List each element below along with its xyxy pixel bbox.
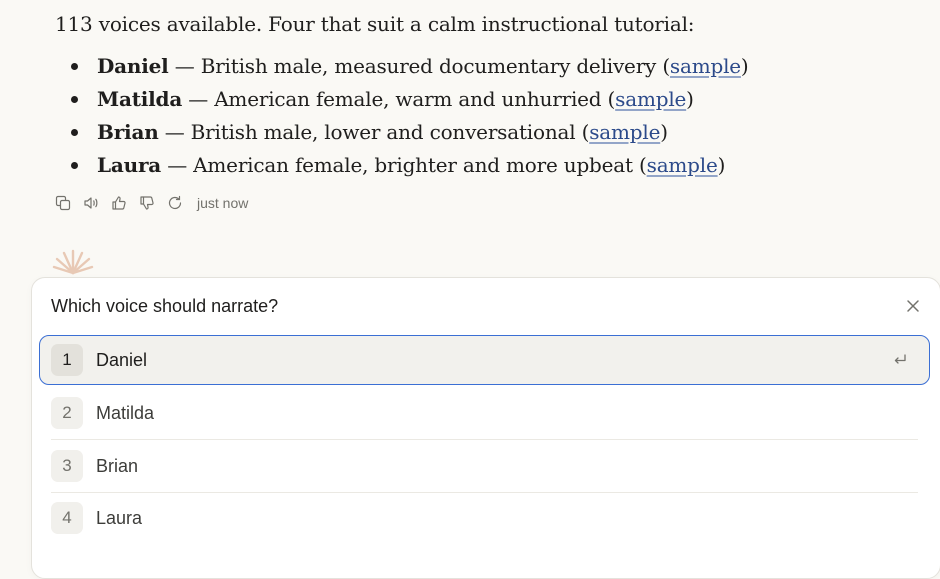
paren-close: ) bbox=[717, 153, 726, 177]
option-number: 2 bbox=[51, 397, 83, 429]
thumbs-up-icon[interactable] bbox=[111, 195, 127, 211]
panel-title: Which voice should narrate? bbox=[51, 296, 279, 316]
retry-icon[interactable] bbox=[167, 195, 183, 211]
voice-list: Daniel — British male, measured document… bbox=[55, 52, 749, 184]
bullet bbox=[71, 96, 78, 103]
voice-description: — British male, measured documentary del… bbox=[168, 54, 670, 78]
option-number: 3 bbox=[51, 450, 83, 482]
speaker-icon[interactable] bbox=[83, 195, 99, 211]
voice-choice-panel: Which voice should narrate? 1 Daniel 2 M… bbox=[31, 277, 940, 579]
sample-link[interactable]: sample bbox=[670, 54, 741, 78]
voice-name: Daniel bbox=[97, 54, 169, 78]
option-label: Matilda bbox=[96, 402, 155, 423]
voice-name: Brian bbox=[97, 120, 159, 144]
list-item: Daniel — British male, measured document… bbox=[55, 52, 749, 85]
list-item: Laura — American female, brighter and mo… bbox=[55, 151, 749, 184]
option-label: Brian bbox=[96, 455, 139, 476]
option-number: 4 bbox=[51, 502, 83, 534]
sample-link[interactable]: sample bbox=[615, 87, 686, 111]
bullet bbox=[71, 129, 78, 136]
sample-link[interactable]: sample bbox=[647, 153, 718, 177]
voice-description: — American female, warm and unhurried ( bbox=[182, 87, 616, 111]
paren-close: ) bbox=[686, 87, 694, 111]
message-intro: 113 voices available. Four that suit a c… bbox=[55, 12, 695, 36]
bullet bbox=[71, 63, 78, 70]
voice-name: Laura bbox=[97, 153, 162, 177]
thumbs-down-icon[interactable] bbox=[139, 195, 155, 211]
close-icon[interactable] bbox=[904, 297, 922, 315]
option-number: 1 bbox=[51, 344, 83, 376]
copy-icon[interactable] bbox=[55, 195, 71, 211]
option-label: Laura bbox=[96, 507, 143, 528]
assistant-spark-icon bbox=[52, 249, 94, 275]
option-label: Daniel bbox=[96, 349, 148, 370]
paren-close: ) bbox=[660, 120, 668, 144]
timestamp: just now bbox=[197, 195, 249, 211]
message-actions: just now bbox=[55, 193, 248, 213]
enter-key-icon bbox=[894, 354, 906, 364]
voice-description: — American female, brighter and more upb… bbox=[161, 153, 647, 177]
paren-close: ) bbox=[740, 54, 749, 78]
voice-description: — British male, lower and conversational… bbox=[158, 120, 590, 144]
bullet bbox=[71, 162, 78, 169]
list-item: Matilda — American female, warm and unhu… bbox=[55, 85, 749, 118]
voice-name: Matilda bbox=[97, 87, 183, 111]
option-laura[interactable]: 4 Laura bbox=[51, 492, 918, 544]
list-item: Brian — British male, lower and conversa… bbox=[55, 118, 749, 151]
option-brian[interactable]: 3 Brian bbox=[51, 440, 918, 493]
option-matilda[interactable]: 2 Matilda bbox=[51, 387, 918, 440]
option-daniel[interactable]: 1 Daniel bbox=[39, 335, 930, 385]
sample-link[interactable]: sample bbox=[589, 120, 660, 144]
